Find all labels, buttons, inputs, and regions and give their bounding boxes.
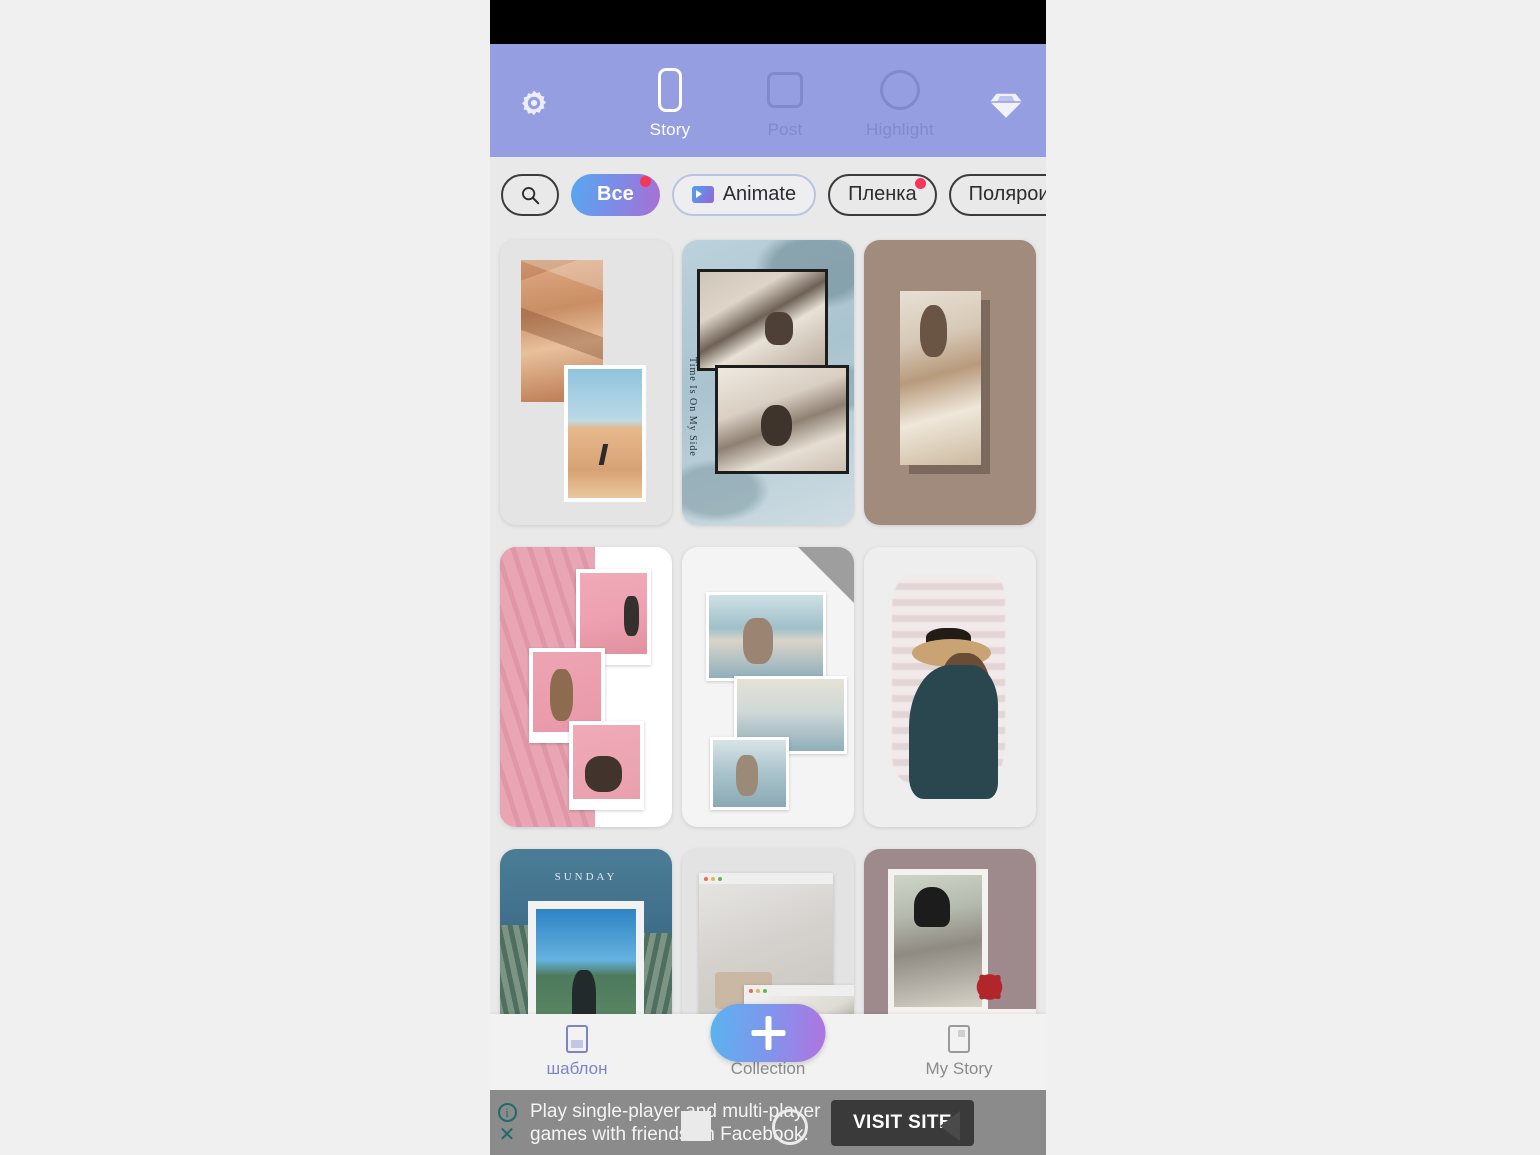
- chip-animate-label: Animate: [722, 183, 797, 205]
- template-grid: Time Is On My Side SUNDAY: [490, 232, 1046, 1049]
- screen-background: Story Post Highlight Все Animate Пленка …: [0, 0, 1540, 1155]
- phone-viewport: Story Post Highlight Все Animate Пленка …: [490, 0, 1046, 1155]
- template-photo: [900, 291, 981, 466]
- template-photo: [568, 720, 645, 811]
- tab-story[interactable]: Story: [620, 62, 720, 140]
- template-photo: [908, 664, 999, 799]
- search-icon: [522, 186, 540, 204]
- tab-post-label: Post: [767, 120, 803, 139]
- template-photo: [709, 737, 789, 811]
- android-home-button[interactable]: [772, 1109, 808, 1145]
- chip-all[interactable]: Все: [571, 173, 660, 216]
- close-icon[interactable]: ✕: [499, 1125, 516, 1145]
- square-icon: [767, 62, 803, 118]
- chip-plenka-label: Пленка: [848, 183, 917, 205]
- diamond-icon[interactable]: [986, 86, 1026, 126]
- chip-all-label: Все: [597, 183, 634, 205]
- template-photo: [706, 591, 827, 682]
- nav-item-template-label: шаблон: [546, 1059, 608, 1078]
- search-input[interactable]: [501, 173, 559, 216]
- template-icon: [566, 1022, 588, 1056]
- film-icon: [691, 186, 714, 203]
- filter-chip-bar: Все Animate Пленка Полярои: [490, 157, 1046, 232]
- template-decoration: [963, 961, 1016, 1013]
- chip-polaroid-label: Полярои: [968, 183, 1046, 205]
- nav-item-my-story-label: My Story: [925, 1059, 993, 1078]
- android-recents-button[interactable]: [681, 1111, 711, 1141]
- template-card[interactable]: [864, 547, 1036, 827]
- chip-animate[interactable]: Animate: [671, 173, 817, 216]
- tab-story-label: Story: [649, 120, 691, 139]
- template-caption: SUNDAY: [554, 871, 618, 883]
- template-photo: [714, 365, 849, 474]
- template-photo: [563, 365, 647, 503]
- android-back-button[interactable]: [940, 1111, 960, 1141]
- app-header: Story Post Highlight: [490, 44, 1046, 157]
- template-card[interactable]: [500, 240, 672, 525]
- mode-tabs: Story Post Highlight: [620, 62, 950, 157]
- nav-item-my-story[interactable]: My Story: [900, 1022, 1018, 1079]
- tab-highlight[interactable]: Highlight: [850, 62, 950, 140]
- circle-icon: [880, 62, 920, 118]
- chip-plenka-badge: [914, 177, 926, 189]
- tab-highlight-label: Highlight: [866, 120, 934, 139]
- chip-polaroid[interactable]: Полярои: [948, 173, 1046, 216]
- story-page-icon: [948, 1022, 970, 1056]
- rounded-rect-icon: [658, 62, 682, 118]
- ad-controls: i ✕: [490, 1090, 524, 1155]
- tab-post[interactable]: Post: [735, 62, 835, 140]
- template-photo: [697, 268, 829, 372]
- plus-icon: [751, 1016, 785, 1050]
- nav-item-template[interactable]: шаблон: [518, 1022, 636, 1079]
- ad-banner[interactable]: i ✕ Play single-player and multi-player …: [490, 1090, 1046, 1155]
- template-card[interactable]: [500, 547, 672, 827]
- nav-item-collection-label: Collection: [730, 1059, 806, 1078]
- bottom-navigation: шаблон Collection My Story: [490, 1004, 1046, 1090]
- info-icon[interactable]: i: [497, 1103, 517, 1122]
- gear-icon[interactable]: [515, 86, 553, 124]
- create-button[interactable]: [710, 1004, 826, 1062]
- template-card[interactable]: Time Is On My Side: [682, 240, 854, 525]
- template-card[interactable]: [864, 240, 1036, 525]
- template-caption: Time Is On My Side: [687, 356, 699, 457]
- chip-plenka[interactable]: Пленка: [828, 173, 937, 216]
- chip-all-badge: [639, 175, 651, 187]
- status-bar: [490, 0, 1046, 44]
- template-card[interactable]: [682, 547, 854, 827]
